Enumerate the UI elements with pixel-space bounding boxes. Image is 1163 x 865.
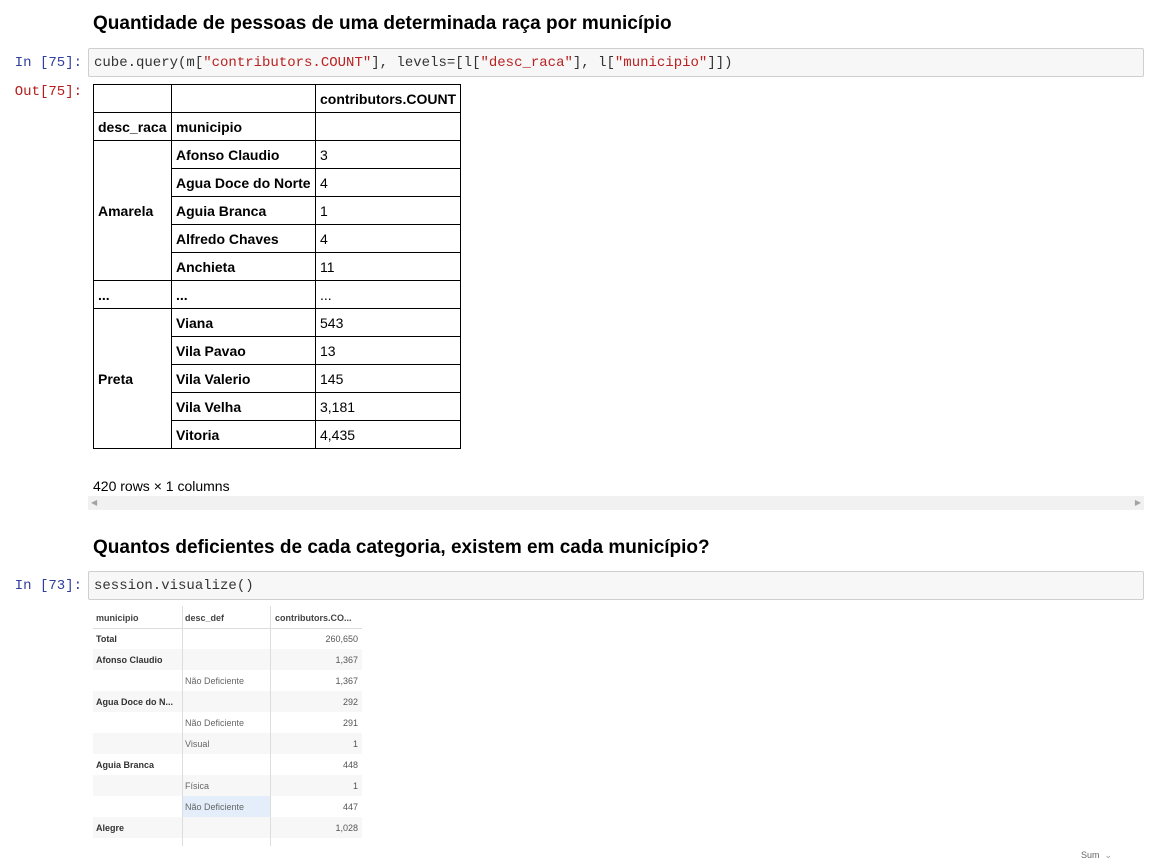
- grid-cell-desc-def: Não Deficiente: [185, 718, 245, 728]
- row-value: 1: [314, 196, 462, 225]
- grid-cell-desc-def: Não Deficiente: [185, 802, 245, 812]
- row-value: 11: [314, 252, 462, 281]
- code-text: ]]): [707, 55, 733, 71]
- code-string: "contributors.COUNT": [203, 55, 372, 71]
- header-empty: [171, 84, 316, 113]
- grid-cell-municipio: Agua Doce do N...: [96, 697, 174, 707]
- row-label: Agua Doce do Norte: [171, 168, 316, 197]
- grid-row[interactable]: Alegre 1,028: [93, 817, 362, 838]
- section-heading-deficientes: Quantos deficientes de cada categoria, e…: [93, 537, 710, 558]
- group-label: Amarela: [93, 140, 172, 281]
- grid-cell-value: 1,367: [335, 655, 358, 665]
- grid-row[interactable]: Não Deficiente 291: [93, 712, 362, 733]
- ellipsis: ...: [171, 280, 316, 309]
- row-value: 4,435: [314, 420, 462, 449]
- grid-cell-municipio: Aguia Branca: [96, 760, 155, 770]
- scroll-right-icon[interactable]: ▶: [1135, 496, 1141, 510]
- code-string: "desc_raca": [480, 55, 573, 71]
- row-value: 543: [314, 308, 462, 337]
- section-heading-raca: Quantidade de pessoas de uma determinada…: [93, 13, 672, 34]
- output-prompt: Out[75]:: [14, 84, 82, 100]
- grid-column-header[interactable]: municipio: [96, 613, 139, 623]
- row-value: 13: [314, 336, 462, 365]
- grid-column-header[interactable]: contributors.CO...: [275, 613, 352, 623]
- grid-cell-municipio: Total: [96, 634, 117, 644]
- grid-cell-value: 1,028: [335, 823, 358, 833]
- grid-row[interactable]: Afonso Claudio 1,367: [93, 649, 362, 670]
- grid-cell-value: 260,650: [325, 634, 358, 644]
- row-label: Afonso Claudio: [171, 140, 316, 169]
- row-label: Anchieta: [171, 252, 316, 281]
- code-text: cube.query(m[: [94, 55, 204, 71]
- grid-header: municipio desc_def contributors.CO...: [93, 606, 362, 629]
- code-input-cell[interactable]: session.visualize(): [88, 571, 1144, 600]
- grid-row[interactable]: Agua Doce do N... 292: [93, 691, 362, 712]
- grid-cell-value: 448: [342, 760, 358, 770]
- grid-cell-value: 1,367: [335, 676, 358, 686]
- ellipsis-row: ... ... ...: [93, 280, 462, 309]
- row-count: 420 rows × 1 columns: [93, 478, 230, 494]
- code-text: ], l[: [572, 55, 615, 71]
- grid-row[interactable]: Não Deficiente 447: [93, 796, 362, 817]
- input-prompt: In [75]:: [14, 55, 82, 71]
- grid-row[interactable]: Visual 1: [93, 733, 362, 754]
- cell-empty: [314, 112, 462, 141]
- dataframe-table: contributors.COUNT desc_raca municipio A…: [93, 84, 462, 449]
- scroll-left-icon[interactable]: ◀: [91, 496, 97, 510]
- index-name: municipio: [171, 112, 316, 141]
- grid-cell-desc-def: Não Deficiente: [185, 676, 245, 686]
- aggregation-label: Sum: [1081, 850, 1100, 860]
- grid-cell-value: 291: [342, 718, 358, 728]
- row-label: Vila Pavao: [171, 336, 316, 365]
- header-empty: [93, 84, 172, 113]
- chevron-down-icon: ⌄: [1104, 850, 1113, 860]
- index-names-row: desc_raca municipio: [93, 112, 462, 141]
- index-name: desc_raca: [93, 112, 172, 141]
- group-label: Preta: [93, 308, 172, 449]
- grid-divider: [270, 606, 271, 846]
- grid-row[interactable]: Física 1: [93, 775, 362, 796]
- grid-cell-value: 292: [342, 697, 358, 707]
- grid-cell-desc-def: Visual: [185, 739, 210, 749]
- row-label: Alfredo Chaves: [171, 224, 316, 253]
- ellipsis: ...: [93, 280, 172, 309]
- code-text: ], levels=[l[: [371, 55, 481, 71]
- code-input-cell[interactable]: cube.query(m["contributors.COUNT"], leve…: [88, 48, 1144, 77]
- grid-cell-value: 1: [352, 739, 358, 749]
- row-label: Vila Valerio: [171, 364, 316, 393]
- input-prompt: In [73]:: [14, 578, 82, 594]
- grid-row[interactable]: Aguia Branca 448: [93, 754, 362, 775]
- row-label: Viana: [171, 308, 316, 337]
- grid-row[interactable]: Total 260,650: [93, 628, 362, 649]
- row-value: 145: [314, 364, 462, 393]
- table-row: Amarela Afonso Claudio 3: [93, 140, 462, 281]
- grid-cell-value: 447: [342, 802, 358, 812]
- code-string: "municipio": [614, 55, 708, 71]
- grid-cell-value: 1: [352, 781, 358, 791]
- pivot-grid[interactable]: municipio desc_def contributors.CO... To…: [93, 606, 362, 846]
- grid-column-header[interactable]: desc_def: [185, 613, 224, 623]
- column-header: contributors.COUNT: [314, 84, 462, 113]
- table-header-row: contributors.COUNT: [93, 84, 462, 113]
- aggregation-selector[interactable]: Sum ⌄: [1081, 850, 1112, 861]
- row-value: 4: [314, 168, 462, 197]
- grid-row[interactable]: Não Deficiente 1,367: [93, 670, 362, 691]
- row-value: 3,181: [314, 392, 462, 421]
- grid-divider: [182, 606, 183, 846]
- table-row: Preta Viana 543: [93, 308, 462, 449]
- grid-cell-municipio: Alegre: [96, 823, 125, 833]
- grid-cell-municipio: Afonso Claudio: [96, 655, 163, 665]
- grid-cell-desc-def: Física: [185, 781, 210, 791]
- row-label: Vitoria: [171, 420, 316, 449]
- row-label: Aguia Branca: [171, 196, 316, 225]
- row-label: Vila Velha: [171, 392, 316, 421]
- row-value: 4: [314, 224, 462, 253]
- row-value: 3: [314, 140, 462, 169]
- horizontal-scrollbar[interactable]: ◀ ▶: [88, 496, 1144, 510]
- ellipsis: ...: [314, 280, 462, 309]
